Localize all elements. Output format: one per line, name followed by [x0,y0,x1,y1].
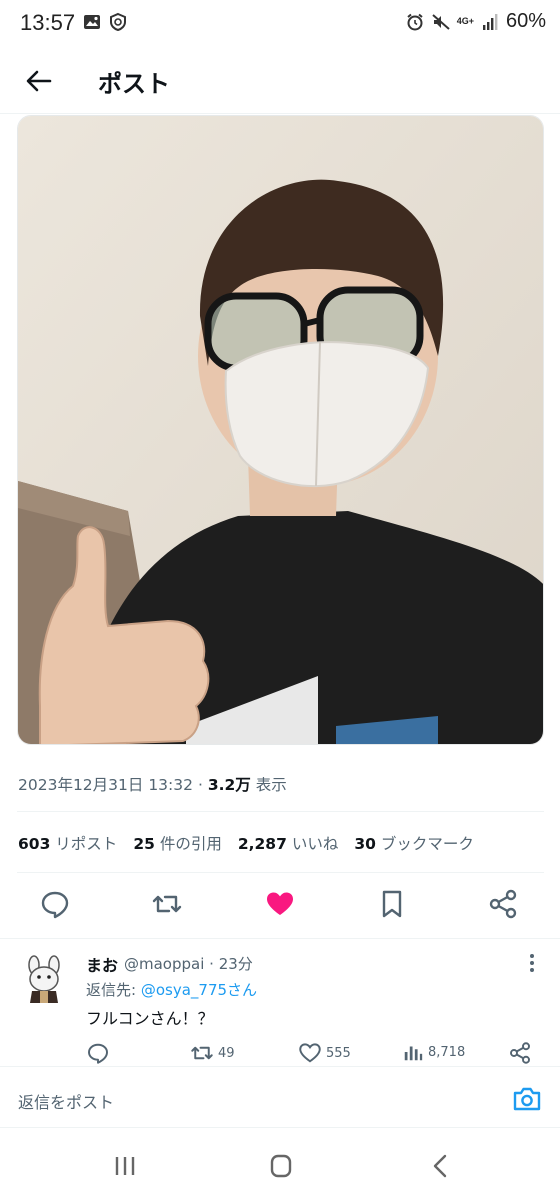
recent-apps-icon[interactable] [110,1152,140,1180]
signal-icon [482,13,498,30]
page-title: ポスト [98,70,170,98]
analytics-icon [404,1046,423,1061]
stats-row: 603 リポスト 25 件の引用 2,287 いいね 30 ブックマーク [18,832,474,854]
meta-separator: · [197,776,203,794]
post-meta: 2023年12月31日 13:32 · 3.2万 表示 [18,773,287,795]
android-nav-bar [0,1130,560,1200]
reply-to-handle[interactable]: @osya_775さん [141,981,257,999]
repost-icon[interactable] [151,888,183,920]
reply-share-button[interactable] [508,1041,532,1065]
stat-reposts[interactable]: 603 リポスト [18,832,117,854]
reply-action-bar: 49 555 8,718 [86,1041,546,1065]
reply-views-button[interactable]: 8,718 [402,1041,465,1063]
heart-icon [299,1043,321,1063]
reply-views-count: 8,718 [428,1044,466,1060]
reply-author-name[interactable]: まお [86,952,118,976]
reply-like-count: 555 [326,1045,351,1061]
reply-reply-button[interactable] [86,1041,110,1065]
shield-icon [110,12,126,32]
avatar[interactable] [20,953,68,1005]
reply-text: フルコンさん！？ [86,1009,214,1028]
arrow-left-icon[interactable] [22,64,56,98]
back-icon[interactable] [426,1152,456,1180]
home-icon[interactable] [266,1152,296,1180]
reply-icon [88,1043,108,1064]
views-label: 表示 [255,776,287,794]
post-date: 2023年12月31日 13:32 [18,776,193,794]
status-bar: 13:57 4G+ 60% [0,0,560,50]
repost-icon [191,1046,213,1060]
stat-bookmarks[interactable]: 30 ブックマーク [354,832,474,854]
reply-author-handle[interactable]: @maoppai · 23分 [124,953,253,974]
reply-repost-count: 49 [218,1045,235,1061]
stat-quotes[interactable]: 25 件の引用 [133,832,222,854]
reply-to-line: 返信先: @osya_775さん [86,979,257,1000]
selfie-photo [18,116,543,744]
network-label: 4G+ [456,16,474,26]
alarm-icon [407,13,423,30]
reply-like-button[interactable]: 555 [298,1041,351,1065]
views-count[interactable]: 3.2万 [208,776,251,794]
reply-composer: 返信をポスト [0,1066,560,1128]
heart-filled-icon[interactable] [264,888,296,920]
post-photo[interactable] [17,115,544,745]
divider [17,811,544,812]
status-time: 13:57 [20,10,76,35]
reply-repost-button[interactable]: 49 [190,1041,235,1065]
reply-to-label: 返信先: [86,981,137,999]
gallery-icon [84,15,100,29]
battery-percent: 60% [505,10,546,32]
stat-likes[interactable]: 2,287 いいね [238,832,338,854]
more-vertical-icon[interactable] [522,951,542,975]
reply-input[interactable]: 返信をポスト [18,1089,114,1113]
reply-tweet[interactable]: まお @maoppai · 23分 返信先: @osya_775さん フルコンさ… [0,938,560,1066]
mute-icon [432,13,450,30]
header: ポスト [0,50,560,114]
reply-icon[interactable] [39,888,71,920]
bookmark-icon[interactable] [376,888,408,920]
share-icon [510,1042,530,1064]
post-action-bar [17,880,544,928]
share-icon[interactable] [487,888,519,920]
divider [17,872,544,873]
camera-icon[interactable] [512,1085,542,1113]
